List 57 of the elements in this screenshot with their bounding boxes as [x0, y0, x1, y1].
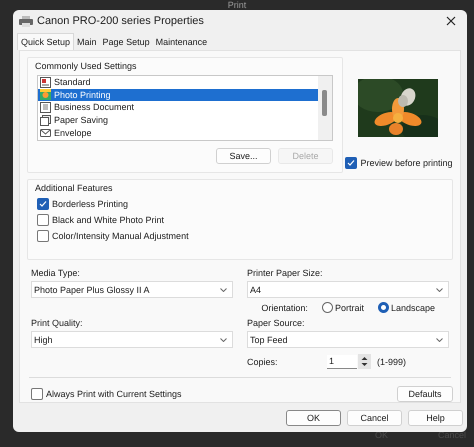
stacked-pages-icon: [40, 114, 51, 126]
settings-action-button[interactable]: Save...: [216, 148, 271, 164]
checkbox[interactable]: [37, 230, 49, 242]
photo-icon: [40, 89, 51, 100]
radio-button[interactable]: [378, 302, 389, 314]
field-label: Paper Source:: [247, 317, 306, 330]
settings-list-item[interactable]: Business Document: [38, 101, 318, 114]
checkbox-label: Black and White Photo Print: [52, 215, 164, 225]
radio-label: Landscape: [390, 302, 435, 313]
tab[interactable]: Maintenance: [152, 35, 210, 50]
group-label: Additional Features: [34, 182, 114, 194]
chevron-icon: [436, 288, 443, 292]
dialog-button[interactable]: OK: [286, 410, 341, 426]
group-label: Commonly Used Settings: [34, 60, 138, 72]
field-label: Printer Paper Size:: [247, 267, 324, 280]
checkbox-label: Color/Intensity Manual Adjustment: [52, 231, 189, 241]
checkbox[interactable]: [37, 198, 49, 210]
tab[interactable]: Quick Setup: [17, 33, 74, 50]
settings-list-item[interactable]: Envelope: [38, 126, 318, 139]
tab[interactable]: Main: [74, 35, 100, 50]
settings-list-item[interactable]: Paper Saving: [38, 114, 318, 126]
paper-size-dropdown[interactable]: A4: [247, 281, 449, 298]
checkbox-label: Preview before printing: [360, 158, 453, 168]
tab[interactable]: Page Setup: [100, 35, 153, 50]
dialog-button[interactable]: Help: [408, 410, 463, 426]
print-quality-dropdown[interactable]: High: [31, 331, 233, 348]
checkbox[interactable]: [31, 388, 43, 400]
paper-source-dropdown[interactable]: Top Feed: [247, 331, 449, 348]
settings-list-item[interactable]: Photo Printing: [38, 88, 318, 102]
checkbox-label: Borderless Printing: [52, 199, 128, 209]
chevron-icon: [220, 338, 227, 342]
radio-label: Portrait: [334, 302, 364, 313]
chevron-icon: [220, 288, 227, 292]
window-title: Canon PRO-200 series Properties: [37, 15, 205, 27]
background-window-title: Print: [226, 0, 248, 10]
printer-icon: [19, 16, 33, 26]
copies-range: (1-999): [377, 356, 406, 367]
checkbox-label: Always Print with Current Settings: [46, 389, 182, 399]
field-label: Orientation:: [260, 302, 308, 313]
field-label: Copies:: [247, 356, 279, 367]
media-type-dropdown[interactable]: Photo Paper Plus Glossy II A: [31, 281, 233, 298]
scrollbar[interactable]: [318, 76, 332, 140]
field-label: Media Type:: [31, 267, 81, 280]
defaults-button[interactable]: Defaults: [397, 386, 453, 402]
chevron-icon: [436, 338, 443, 342]
checkbox[interactable]: [37, 214, 49, 226]
settings-list-item[interactable]: Standard: [38, 76, 318, 89]
spinner-icon[interactable]: [358, 354, 371, 370]
envelope-icon: [40, 127, 51, 138]
checkbox[interactable]: [345, 157, 358, 169]
radio-button[interactable]: [322, 302, 333, 314]
field-label: Print Quality:: [31, 317, 84, 330]
preview-checkbox[interactable]: Preview before printing: [345, 157, 453, 169]
dialog-button[interactable]: Cancel: [347, 410, 402, 426]
copies-field[interactable]: 1: [327, 354, 357, 369]
close-icon[interactable]: [446, 16, 456, 26]
document-icon: [40, 102, 51, 113]
